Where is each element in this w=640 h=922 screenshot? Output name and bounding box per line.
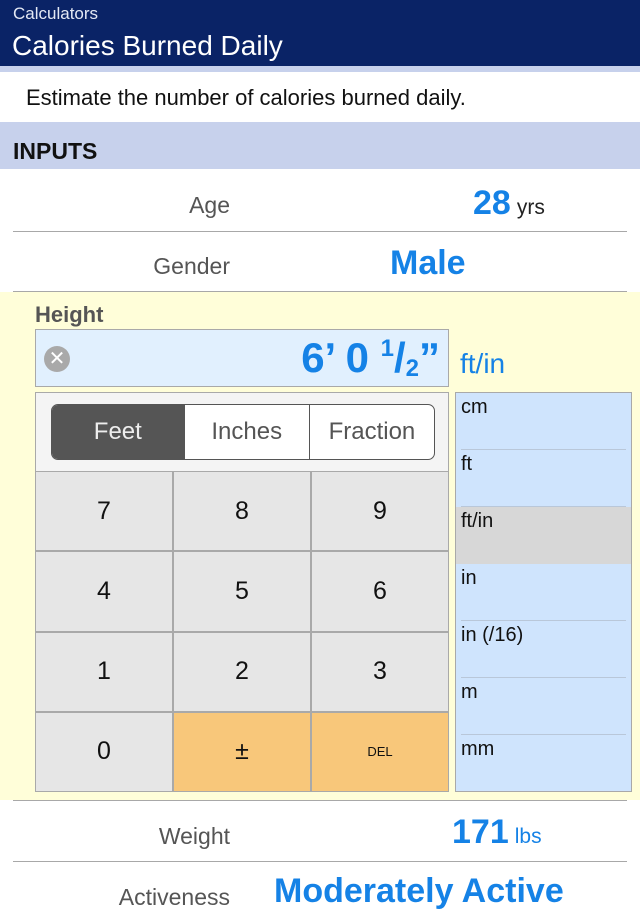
segment-feet[interactable]: Feet xyxy=(52,405,184,459)
weight-unit: lbs xyxy=(514,825,542,848)
key-9[interactable]: 9 xyxy=(312,472,448,551)
gender-value[interactable]: Male xyxy=(390,244,466,283)
weight-label: Weight xyxy=(158,823,230,849)
unit-option-label: mm xyxy=(461,738,495,760)
key-4[interactable]: 4 xyxy=(36,552,172,631)
key-delete[interactable]: DEL xyxy=(312,712,448,791)
page-title: Calories Burned Daily xyxy=(12,30,283,61)
unit-picker: cm ft ft/in in in (/16) m mm xyxy=(455,392,632,792)
segment-control: Feet Inches Fraction xyxy=(51,404,435,460)
unit-option-label: ft xyxy=(461,453,473,475)
key-8[interactable]: 8 xyxy=(174,472,310,551)
keypad: Feet Inches Fraction 7 8 9 4 5 6 1 2 3 0… xyxy=(35,392,449,792)
gender-label: Gender xyxy=(153,253,230,279)
keypad-grid: 7 8 9 4 5 6 1 2 3 0 ± DEL xyxy=(36,471,448,791)
segment-inches[interactable]: Inches xyxy=(183,405,309,459)
age-number: 28 xyxy=(473,184,511,222)
unit-option-label: in (/16) xyxy=(461,624,524,646)
section-header-inputs: INPUTS xyxy=(0,122,640,169)
weight-value[interactable]: 171 lbs xyxy=(452,813,542,852)
description-text: Estimate the number of calories burned d… xyxy=(26,85,466,110)
unit-option-ft-in[interactable]: ft/in xyxy=(456,507,631,564)
fraction-numerator: 1 xyxy=(380,335,394,362)
key-6[interactable]: 6 xyxy=(312,552,448,631)
back-breadcrumb[interactable]: Calculators xyxy=(13,4,98,24)
weight-row[interactable]: Weight 171 lbs xyxy=(0,801,640,861)
activeness-label: Activeness xyxy=(118,884,230,910)
clear-icon[interactable]: ✕ xyxy=(44,346,70,372)
segment-fraction[interactable]: Fraction xyxy=(308,405,434,459)
height-inches: 0 xyxy=(345,334,369,381)
height-label: Height xyxy=(35,302,104,327)
weight-number: 171 xyxy=(452,813,509,851)
height-value: 6’ 0 1/2” xyxy=(301,334,440,382)
unit-option-label: m xyxy=(461,681,478,703)
key-7[interactable]: 7 xyxy=(36,472,172,551)
nav-bar: Calculators Calories Burned Daily xyxy=(0,0,640,66)
unit-option-label: cm xyxy=(461,396,488,418)
unit-option-label: in xyxy=(461,567,477,589)
section-title: INPUTS xyxy=(13,138,98,164)
height-input[interactable]: ✕ 6’ 0 1/2” xyxy=(35,329,449,387)
activeness-value[interactable]: Moderately Active xyxy=(274,872,564,911)
description: Estimate the number of calories burned d… xyxy=(0,72,640,122)
key-2[interactable]: 2 xyxy=(174,632,310,711)
unit-option-cm[interactable]: cm xyxy=(456,393,631,450)
unit-option-in-16[interactable]: in (/16) xyxy=(456,621,631,678)
key-3[interactable]: 3 xyxy=(312,632,448,711)
age-value[interactable]: 28 yrs xyxy=(473,184,545,223)
unit-option-mm[interactable]: mm xyxy=(456,735,631,792)
age-unit: yrs xyxy=(516,196,545,219)
activeness-row[interactable]: Activeness Moderately Active xyxy=(0,862,640,922)
height-editor: Height ✕ 6’ 0 1/2” ft/in Feet Inches Fra… xyxy=(0,292,640,800)
key-5[interactable]: 5 xyxy=(174,552,310,631)
key-0[interactable]: 0 xyxy=(36,712,172,791)
unit-option-label: ft/in xyxy=(461,510,494,532)
key-plus-minus[interactable]: ± xyxy=(174,712,310,791)
height-unit[interactable]: ft/in xyxy=(460,348,505,380)
age-label: Age xyxy=(189,192,230,218)
age-row[interactable]: Age 28 yrs xyxy=(0,172,640,232)
height-feet: 6’ xyxy=(301,334,336,381)
fraction-denominator: 2 xyxy=(405,355,419,382)
key-1[interactable]: 1 xyxy=(36,632,172,711)
inch-mark: ” xyxy=(419,334,440,381)
gender-row[interactable]: Gender Male xyxy=(0,232,640,292)
